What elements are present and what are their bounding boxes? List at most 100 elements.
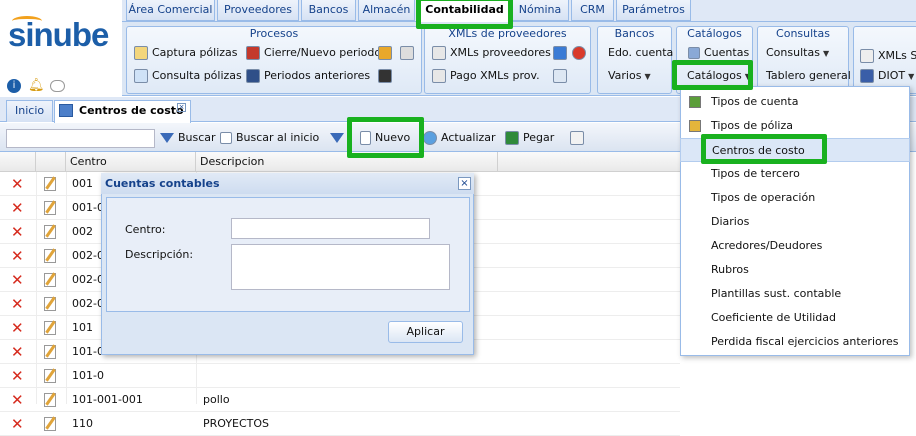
label: Edo. cuenta — [608, 46, 674, 59]
dialog-close-icon[interactable]: × — [458, 177, 471, 190]
delete-icon[interactable]: ✕ — [11, 201, 25, 216]
menu-item[interactable]: Diarios — [680, 210, 910, 234]
delete-icon[interactable]: ✕ — [11, 177, 25, 192]
diot-dropdown[interactable]: DIOT ▼ — [860, 67, 914, 85]
logo: sinube — [8, 16, 109, 53]
actualizar-button[interactable]: Actualizar — [423, 129, 496, 147]
label: Captura pólizas — [152, 46, 238, 59]
col-centro[interactable]: Centro — [66, 152, 196, 172]
close-tab-icon[interactable]: × — [177, 103, 186, 112]
info-icon[interactable]: i — [7, 79, 21, 93]
captura-polizas-button[interactable]: Captura pólizas — [134, 44, 238, 62]
delete-icon[interactable]: ✕ — [11, 393, 25, 408]
delete-icon[interactable]: ✕ — [11, 369, 25, 384]
pago-xmls-button[interactable]: Pago XMLs prov. — [432, 67, 540, 85]
menu-item[interactable]: Perdida fiscal ejercicios anteriores — [680, 330, 910, 354]
menu-item[interactable]: Plantillas sust. contable — [680, 282, 910, 306]
table-row[interactable]: ✕ 101-001-001 pollo — [0, 388, 680, 412]
varios-dropdown[interactable]: Varios ▼ — [608, 67, 651, 85]
edit-icon[interactable] — [44, 249, 56, 263]
menu-item[interactable]: Rubros — [680, 258, 910, 282]
periodos-anteriores-button[interactable]: Periodos anteriores — [246, 67, 370, 85]
consulta-polizas-button[interactable]: Consulta pólizas — [134, 67, 242, 85]
edit-icon[interactable] — [44, 273, 56, 287]
label: Periodos anteriores — [264, 69, 371, 82]
delete-icon[interactable]: ✕ — [11, 225, 25, 240]
buscar-button[interactable]: Buscar — [160, 129, 216, 147]
excel-icon — [505, 131, 519, 145]
cierre-periodo-button[interactable]: Cierre/Nuevo periodo — [246, 44, 381, 62]
search-doc-icon — [553, 69, 567, 83]
xmls-sat-button[interactable]: XMLs S — [860, 47, 916, 65]
consultas-dropdown[interactable]: Consultas ▼ — [766, 44, 829, 62]
clear-filter-button[interactable] — [330, 129, 348, 147]
search-doc-button[interactable] — [553, 67, 571, 85]
pegar-button[interactable]: Pegar — [505, 129, 554, 147]
edit-icon[interactable] — [44, 345, 56, 359]
centro-label: Centro: — [125, 223, 166, 236]
xmls-proveedores-button[interactable]: XMLs proveedores — [432, 44, 551, 62]
menu-item[interactable]: Coeficiente de Utilidad — [680, 306, 910, 330]
edit-icon[interactable] — [44, 225, 56, 239]
tab-parametros[interactable]: Parámetros — [616, 0, 691, 21]
menu-item[interactable]: Tipos de tercero — [680, 162, 910, 186]
edit-icon[interactable] — [44, 393, 56, 407]
tab-proveedores[interactable]: Proveedores — [217, 0, 299, 21]
pie-chart-button[interactable] — [572, 44, 590, 62]
refresh-icon — [423, 131, 437, 145]
calendar-365-button[interactable] — [378, 67, 396, 85]
delete-icon[interactable]: ✕ — [11, 249, 25, 264]
dialog-title[interactable]: Cuentas contables — [101, 173, 474, 194]
delete-icon[interactable]: ✕ — [11, 273, 25, 288]
group-title: Procesos — [249, 27, 299, 40]
table-row[interactable]: ✕ 101-0 — [0, 364, 680, 388]
descripcion-textarea[interactable] — [231, 244, 450, 290]
tablero-general-button[interactable]: Tablero general — [766, 67, 851, 85]
edit-icon[interactable] — [44, 201, 56, 215]
delete-icon[interactable]: ✕ — [11, 417, 25, 432]
bell-icon[interactable]: 🔔︎ — [28, 79, 45, 93]
label: Tablero general — [766, 69, 851, 82]
centro-cell: 002-0 — [72, 249, 104, 262]
checkbox[interactable] — [220, 132, 232, 144]
buscar-al-inicio-checkbox[interactable]: Buscar al inicio — [220, 129, 319, 147]
calc-button[interactable] — [378, 44, 396, 62]
label: Cierre/Nuevo periodo — [264, 46, 382, 59]
bar-chart-icon — [553, 46, 567, 60]
table-row[interactable]: ✕ 110 PROYECTOS — [0, 412, 680, 436]
col-edit — [36, 152, 66, 172]
bar-chart-button[interactable] — [553, 44, 571, 62]
search-input[interactable] — [6, 129, 155, 148]
tab-bancos[interactable]: Bancos — [301, 0, 356, 21]
edit-icon[interactable] — [44, 297, 56, 311]
copy-button[interactable] — [570, 129, 588, 147]
centro-input[interactable] — [231, 218, 430, 239]
label: Buscar — [178, 131, 216, 144]
edit-icon[interactable] — [44, 321, 56, 335]
tab-centros-de-costo[interactable]: Centros de costo — [54, 100, 191, 123]
chat-icon[interactable] — [50, 80, 65, 92]
filter-icon — [160, 133, 174, 143]
highlight-nuevo — [347, 117, 424, 158]
delete-icon[interactable]: ✕ — [11, 345, 25, 360]
edit-icon[interactable] — [44, 417, 56, 431]
tab-nomina[interactable]: Nómina — [511, 0, 569, 21]
menu-item[interactable]: Tipos de operación — [680, 186, 910, 210]
centro-cell: 002-0 — [72, 273, 104, 286]
tab-crm[interactable]: CRM — [571, 0, 614, 21]
account-types-icon — [689, 96, 701, 108]
edit-icon[interactable] — [44, 369, 56, 383]
edit-icon[interactable] — [44, 177, 56, 191]
centro-cell: 101-0 — [72, 369, 104, 382]
menu-item[interactable]: Tipos de cuenta — [680, 90, 910, 114]
aplicar-button[interactable]: Aplicar — [388, 321, 463, 343]
delete-icon[interactable]: ✕ — [11, 297, 25, 312]
edo-cuenta-button[interactable]: Edo. cuenta — [608, 44, 673, 62]
delete-icon[interactable]: ✕ — [11, 321, 25, 336]
tab-area-comercial[interactable]: Área Comercial — [126, 0, 215, 21]
tab-inicio[interactable]: Inicio — [6, 100, 54, 122]
menu-item[interactable]: Acredores/Deudores — [680, 234, 910, 258]
balance-button[interactable] — [400, 44, 418, 62]
tab-almacen[interactable]: Almacén — [358, 0, 415, 21]
table-icon — [134, 69, 148, 83]
